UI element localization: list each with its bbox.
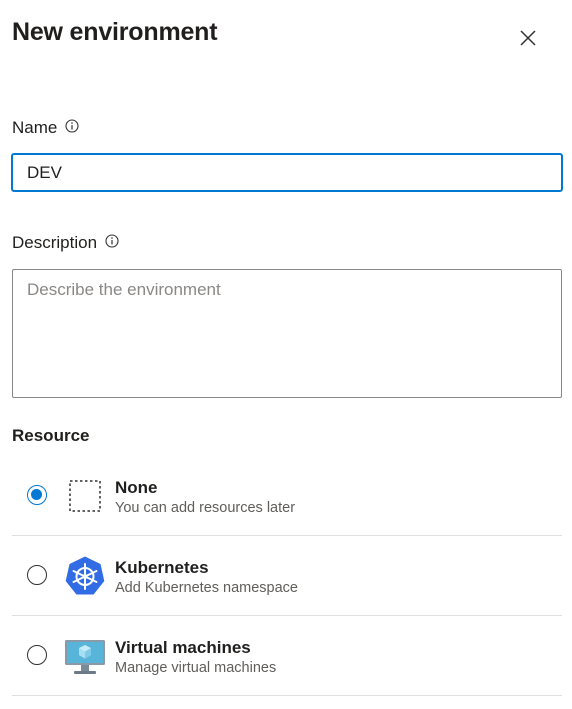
description-textarea[interactable] [12,269,562,398]
resource-option-kubernetes[interactable]: Kubernetes Add Kubernetes namespace [12,536,562,616]
resource-option-none[interactable]: None You can add resources later [12,456,562,536]
close-button[interactable] [512,22,544,54]
info-icon[interactable] [105,234,119,248]
radio-virtual-machines[interactable] [27,645,47,665]
radio-kubernetes[interactable] [27,565,47,585]
description-label: Description [12,233,98,252]
name-input[interactable] [11,153,563,192]
virtual-machine-icon [64,635,106,677]
option-subtitle: Add Kubernetes namespace [115,580,298,596]
option-title: None [115,478,158,497]
option-title: Virtual machines [115,638,251,657]
option-subtitle: You can add resources later [115,500,296,516]
resource-label: Resource [12,426,90,445]
description-label-row: Description [12,233,119,253]
kubernetes-icon [64,555,106,597]
radio-none[interactable] [27,485,47,505]
resource-option-virtual-machines[interactable]: Virtual machines Manage virtual machines [12,616,562,696]
name-label: Name [12,118,58,137]
info-icon[interactable] [65,119,79,133]
close-icon [520,30,536,46]
panel-title: New environment [12,18,218,46]
dashed-square-icon [64,475,106,517]
option-title: Kubernetes [115,558,209,577]
option-subtitle: Manage virtual machines [115,660,277,676]
name-label-row: Name [12,118,79,138]
